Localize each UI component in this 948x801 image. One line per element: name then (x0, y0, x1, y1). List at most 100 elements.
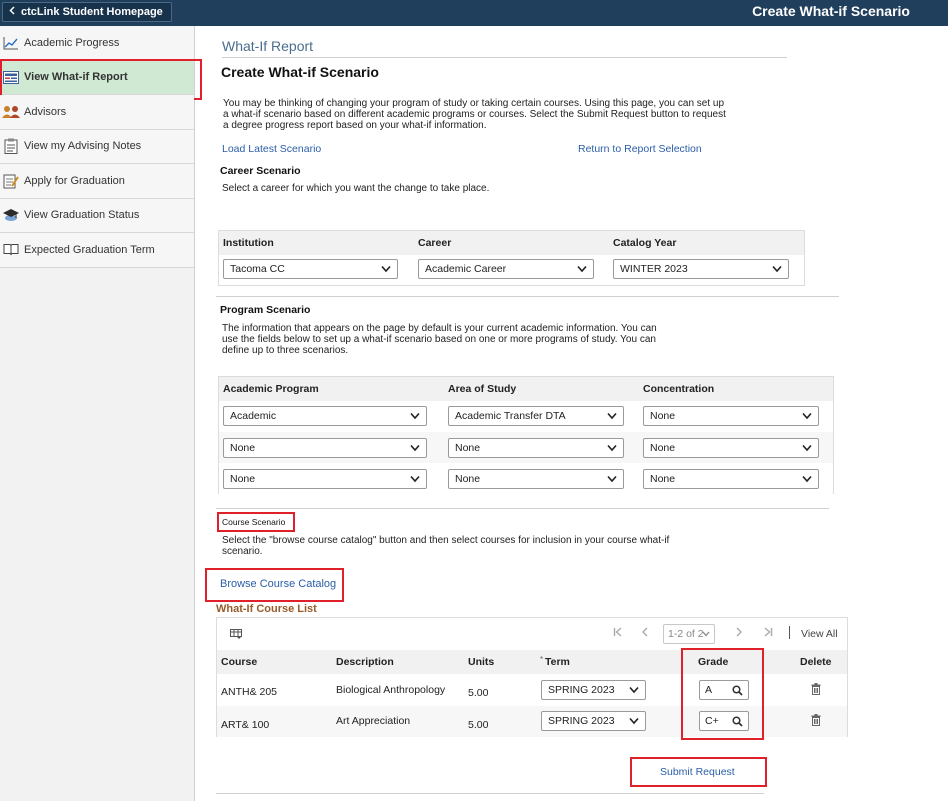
last-page-icon[interactable] (763, 627, 773, 640)
people-icon (2, 104, 20, 120)
next-page-icon[interactable] (735, 627, 743, 640)
sidebar-item-expected-graduation-term[interactable]: Expected Graduation Term (0, 233, 194, 268)
academic-program-select-1[interactable]: Academic (223, 406, 427, 426)
main-content: What-If Report Create What-if Scenario Y… (196, 26, 948, 801)
course-header: Course (221, 656, 258, 668)
concentration-select-1[interactable]: None (643, 406, 819, 426)
sidebar-item-label: Apply for Graduation (24, 174, 125, 187)
area-of-study-select-2[interactable]: None (448, 438, 624, 458)
catalog-year-value: WINTER 2023 (620, 263, 688, 275)
program-scenario-title: Program Scenario (220, 304, 311, 316)
course-description-link[interactable]: Art Appreciation (336, 715, 410, 727)
delete-header: Delete (800, 656, 832, 668)
select-value: None (650, 410, 676, 422)
chevron-down-icon (629, 686, 639, 694)
return-to-report-selection-link[interactable]: Return to Report Selection (578, 143, 702, 155)
description-header: Description (336, 656, 394, 668)
sidebar-item-view-what-if-report[interactable]: View What-if Report (0, 58, 202, 99)
grade-value: C+ (705, 715, 719, 727)
sidebar-item-label: View my Advising Notes (24, 140, 142, 153)
homepage-button[interactable]: ctcLink Student Homepage (2, 2, 172, 22)
grid-personalize-icon[interactable] (230, 629, 242, 642)
chevron-down-icon (702, 631, 710, 637)
term-select[interactable]: SPRING 2023 (541, 680, 646, 700)
select-value: None (455, 473, 481, 485)
select-value: None (455, 442, 481, 454)
institution-value: Tacoma CC (230, 263, 285, 275)
career-scenario-text: Select a career for which you want the c… (222, 183, 490, 194)
program-grid: Academic Program Area of Study Concentra… (218, 376, 834, 494)
program-grid-header: Academic Program Area of Study Concentra… (219, 377, 833, 401)
chevron-down-icon (381, 265, 391, 273)
sidebar-item-academic-progress[interactable]: Academic Progress (0, 26, 194, 61)
grade-input[interactable]: C+ (699, 711, 749, 731)
required-marker: * (540, 655, 544, 664)
area-of-study-select-1[interactable]: Academic Transfer DTA (448, 406, 624, 426)
academic-program-select-2[interactable]: None (223, 438, 427, 458)
career-scenario-title: Career Scenario (220, 165, 301, 177)
first-page-icon[interactable] (613, 627, 623, 640)
units-header: Units (468, 656, 495, 668)
course-description-link[interactable]: Biological Anthropology (336, 684, 445, 696)
submit-request-button[interactable]: Submit Request (660, 766, 735, 778)
trash-icon[interactable] (811, 714, 821, 729)
book-icon (2, 242, 20, 258)
area-of-study-header: Area of Study (448, 383, 517, 395)
grade-value: A (705, 684, 713, 696)
section-divider (216, 296, 839, 297)
academic-program-header: Academic Program (223, 383, 319, 395)
catalog-year-select[interactable]: WINTER 2023 (613, 259, 789, 279)
institution-select[interactable]: Tacoma CC (223, 259, 398, 279)
select-value: None (230, 442, 256, 454)
chevron-down-icon (577, 265, 587, 273)
sidebar-item-view-graduation-status[interactable]: View Graduation Status (0, 198, 194, 233)
what-if-course-list-title: What-If Course List (216, 603, 317, 615)
bottom-divider (216, 793, 764, 794)
career-header: Career (418, 237, 452, 249)
apply-icon (2, 173, 20, 189)
report-icon (2, 69, 20, 85)
view-all-link[interactable]: View All (801, 628, 838, 640)
course-units: 5.00 (468, 687, 489, 699)
concentration-select-2[interactable]: None (643, 438, 819, 458)
previous-page-icon[interactable] (641, 627, 649, 640)
academic-program-select-3[interactable]: None (223, 469, 427, 489)
career-grid: Institution Career Catalog Year Tacoma C… (218, 230, 805, 286)
page-range-value: 1-2 of 2 (668, 628, 704, 640)
term-value: SPRING 2023 (548, 684, 615, 696)
concentration-select-3[interactable]: None (643, 469, 819, 489)
chevron-down-icon (410, 444, 420, 452)
browse-course-catalog-button[interactable]: Browse Course Catalog (220, 578, 336, 590)
notes-icon (2, 138, 20, 155)
page-range-select[interactable]: 1-2 of 2 (663, 624, 715, 644)
sidebar-item-advising-notes[interactable]: View my Advising Notes (0, 129, 194, 164)
load-latest-scenario-link[interactable]: Load Latest Scenario (222, 143, 321, 155)
scenario-title: Create What-if Scenario (221, 64, 379, 80)
chevron-down-icon (629, 717, 639, 725)
grade-input[interactable]: A (699, 680, 749, 700)
chevron-down-icon (772, 265, 782, 273)
area-of-study-select-3[interactable]: None (448, 469, 624, 489)
course-scenario-title: Course Scenario (222, 517, 286, 527)
sidebar-item-advisors[interactable]: Advisors (0, 95, 194, 130)
search-icon[interactable] (732, 685, 743, 696)
what-if-course-list: 1-2 of 2 View All Course Description Uni… (216, 617, 848, 737)
term-select[interactable]: SPRING 2023 (541, 711, 646, 731)
select-value: None (650, 442, 676, 454)
select-value: None (230, 473, 256, 485)
term-header: Term (545, 656, 570, 668)
select-value: Academic Transfer DTA (455, 410, 566, 422)
trash-icon[interactable] (811, 683, 821, 698)
term-value: SPRING 2023 (548, 715, 615, 727)
career-grid-header: Institution Career Catalog Year (219, 231, 804, 255)
report-title: What-If Report (222, 38, 314, 54)
sidebar-item-label: Expected Graduation Term (24, 243, 155, 256)
grade-header: Grade (698, 656, 729, 668)
career-select[interactable]: Academic Career (418, 259, 594, 279)
top-bar: ctcLink Student Homepage Create What-if … (0, 0, 948, 26)
sidebar-item-apply-for-graduation[interactable]: Apply for Graduation (0, 164, 194, 199)
homepage-button-label: ctcLink Student Homepage (21, 6, 163, 18)
chevron-down-icon (607, 444, 617, 452)
page-header-title: Create What-if Scenario (752, 3, 910, 19)
search-icon[interactable] (732, 716, 743, 727)
